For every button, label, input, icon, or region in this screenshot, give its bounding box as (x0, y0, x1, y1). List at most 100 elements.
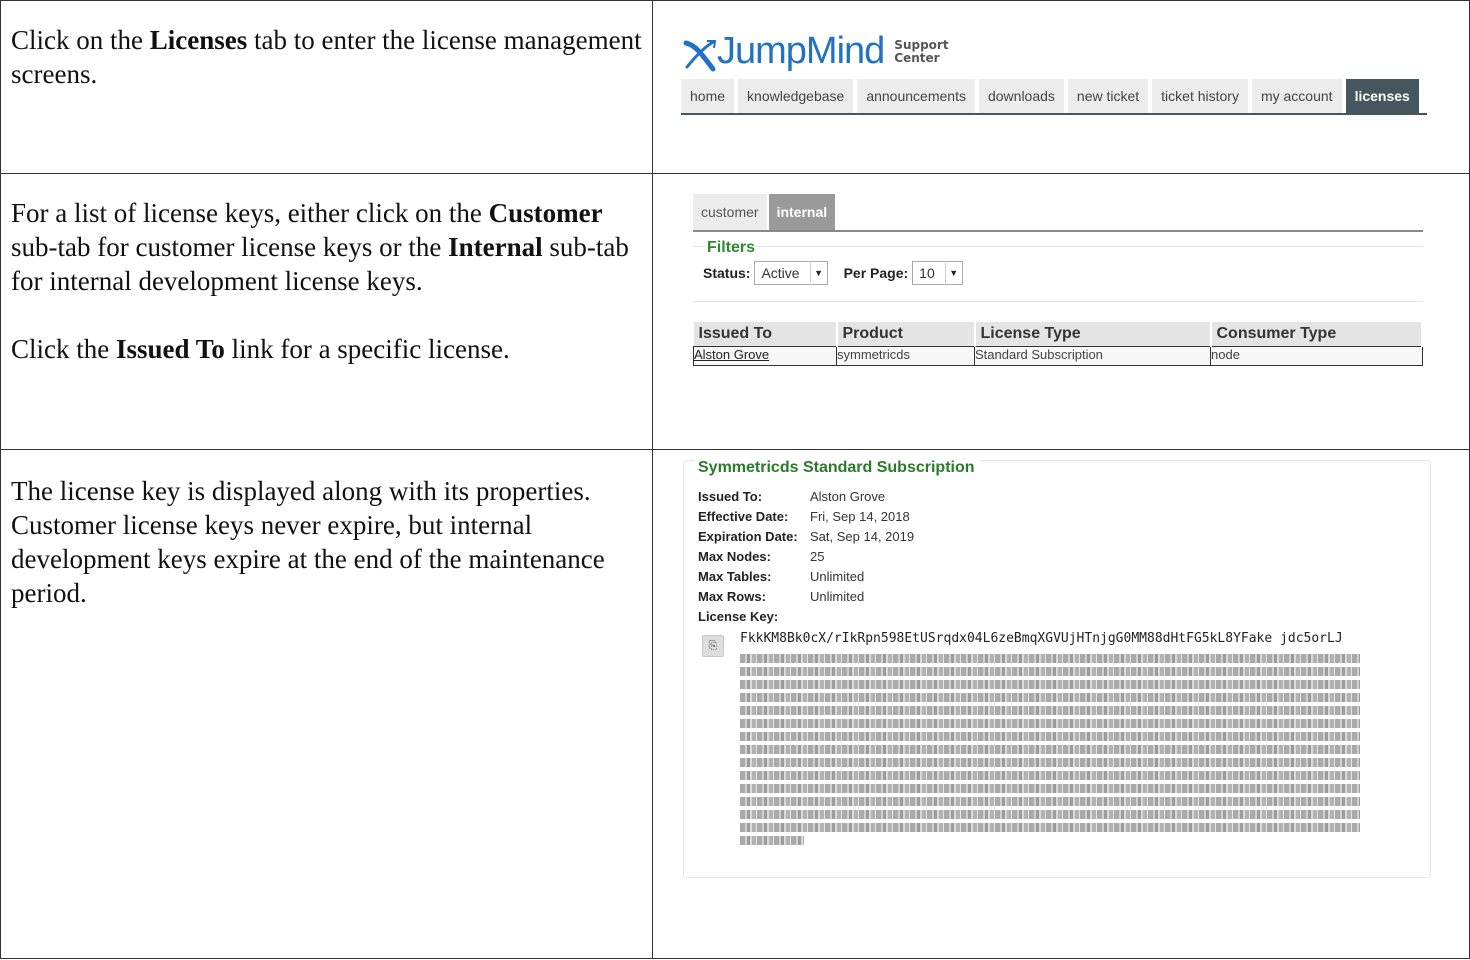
main-nav: home knowledgebase announcements downloa… (681, 79, 1427, 115)
prop-label: Expiration Date: (698, 529, 798, 544)
step3-text: The license key is displayed along with … (11, 476, 605, 608)
cell-license-type: Standard Subscription (974, 346, 1211, 366)
license-list-screenshot: customer internal Filters Status: Active… (652, 173, 1470, 450)
step3-cell: The license key is displayed along with … (0, 449, 653, 959)
license-key-text[interactable]: FkkKM8Bk0cX/rIkRpn598EtUSrqdx04L6zeBmqXG… (740, 631, 1343, 646)
license-subtabs: customer internal (693, 194, 1423, 232)
blurred-key-line (740, 784, 1360, 793)
blurred-key-line (740, 732, 1360, 741)
filters-panel: Filters Status: Active ▼ Per Page: 10 ▼ (693, 239, 1423, 302)
logo-sub-center: Center (894, 51, 940, 65)
license-key-label: License Key: (698, 609, 779, 624)
jumpmind-logo: JumpMind Support Center (683, 23, 949, 73)
prop-label: Max Tables: (698, 569, 772, 584)
perpage-select[interactable]: 10 ▼ (912, 261, 963, 285)
prop-label: Effective Date: (698, 509, 789, 524)
cell-issued-to: Alston Grove (693, 346, 837, 366)
step2-bold-issued-to: Issued To (115, 334, 225, 364)
prop-label: Max Nodes: (698, 549, 771, 564)
tab-new-ticket[interactable]: new ticket (1067, 79, 1149, 113)
prop-value: Fri, Sep 14, 2018 (810, 509, 910, 524)
status-value: Active (761, 265, 800, 281)
license-detail-panel: Symmetricds Standard Subscription Issued… (683, 459, 1431, 878)
license-key-blurred (740, 651, 1364, 849)
blurred-key-line (740, 654, 1360, 663)
blurred-key-line (740, 745, 1360, 754)
prop-row: Expiration Date: Sat, Sep 14, 2019 (698, 527, 914, 547)
tab-licenses[interactable]: licenses (1345, 79, 1419, 113)
tab-downloads[interactable]: downloads (978, 79, 1064, 113)
prop-row: Max Nodes: 25 (698, 547, 914, 567)
prop-row: Issued To: Alston Grove (698, 487, 914, 507)
col-consumer-type[interactable]: Consumer Type (1210, 322, 1423, 347)
status-dropdown-arrow-icon: ▼ (809, 263, 827, 283)
tab-announcements[interactable]: announcements (857, 79, 975, 113)
header-screenshot: JumpMind Support Center home knowledgebas… (652, 0, 1470, 174)
status-label: Status: (703, 265, 751, 281)
licenses-table: Issued To Product License Type Consumer … (693, 322, 1423, 366)
cell-product: symmetricds (836, 346, 975, 366)
tab-ticket-history[interactable]: ticket history (1152, 79, 1248, 113)
tab-my-account[interactable]: my account (1251, 79, 1342, 113)
step1-bold-licenses: Licenses (149, 25, 248, 55)
step2-bold-customer: Customer (488, 198, 603, 228)
prop-row: Max Rows: Unlimited (698, 587, 914, 607)
subtab-internal[interactable]: internal (768, 194, 836, 230)
step2-text-mid: sub-tab for customer license keys or the (11, 232, 449, 262)
issued-to-link[interactable]: Alston Grove (694, 347, 769, 362)
col-product[interactable]: Product (836, 322, 976, 347)
tab-home[interactable]: home (681, 79, 735, 113)
step2-text-pre: For a list of license keys, either click… (11, 198, 489, 228)
blurred-key-line (740, 836, 804, 845)
prop-label: Issued To: (698, 489, 763, 504)
license-title: Symmetricds Standard Subscription (694, 459, 979, 477)
step3-instruction: The license key is displayed along with … (1, 450, 652, 610)
blurred-key-line (740, 810, 1360, 819)
clipboard-copy-icon[interactable]: ⎘ (702, 635, 724, 657)
prop-label: Max Rows: (698, 589, 766, 604)
blurred-key-line (740, 693, 1360, 702)
blurred-key-line (740, 823, 1360, 832)
step1-cell: Click on the Licenses tab to enter the l… (0, 0, 653, 174)
col-license-type[interactable]: License Type (974, 322, 1212, 347)
filter-row: Status: Active ▼ Per Page: 10 ▼ (703, 261, 963, 285)
blurred-key-line (740, 797, 1360, 806)
blurred-key-line (740, 667, 1360, 676)
prop-value: Unlimited (810, 569, 865, 584)
perpage-dropdown-arrow-icon: ▼ (944, 263, 962, 283)
step2-bold-internal: Internal (448, 232, 543, 262)
blurred-key-line (740, 771, 1360, 780)
perpage-value: 10 (919, 265, 935, 281)
blurred-key-line (740, 719, 1360, 728)
step2-p2-pre: Click the (11, 334, 116, 364)
filters-title: Filters (705, 239, 758, 257)
prop-value: 25 (810, 549, 825, 564)
jumpmind-x-icon (683, 40, 717, 72)
logo-sub-support: Support (894, 38, 949, 52)
col-issued-to[interactable]: Issued To (693, 322, 838, 347)
tab-knowledgebase[interactable]: knowledgebase (738, 79, 854, 113)
step2-instruction: For a list of license keys, either click… (1, 174, 652, 366)
cell-consumer-type: node (1210, 346, 1423, 366)
step2-cell: For a list of license keys, either click… (0, 173, 653, 450)
step1-text-pre: Click on the (11, 25, 150, 55)
status-select[interactable]: Active ▼ (754, 261, 828, 285)
prop-value: Alston Grove (810, 489, 886, 504)
prop-value: Sat, Sep 14, 2019 (810, 529, 915, 544)
blurred-key-line (740, 680, 1360, 689)
table-row: Alston Grove symmetricds Standard Subscr… (693, 346, 1423, 366)
prop-row: Effective Date: Fri, Sep 14, 2018 (698, 507, 914, 527)
logo-subtitle: Support Center (894, 39, 948, 65)
subtab-customer[interactable]: customer (693, 194, 767, 230)
logo-wordmark: JumpMind (717, 30, 885, 72)
table-header-row: Issued To Product License Type Consumer … (693, 322, 1423, 347)
step2-p2-post: link for a specific license. (224, 334, 510, 364)
blurred-key-line (740, 706, 1360, 715)
prop-value: Unlimited (810, 589, 865, 604)
license-detail-screenshot: Symmetricds Standard Subscription Issued… (652, 449, 1470, 959)
license-properties: Issued To: Alston Grove Effective Date: Fr… (698, 487, 914, 627)
perpage-label: Per Page: (843, 265, 909, 281)
prop-row: Max Tables: Unlimited (698, 567, 914, 587)
step1-instruction: Click on the Licenses tab to enter the l… (1, 1, 652, 91)
blurred-key-line (740, 758, 1360, 767)
